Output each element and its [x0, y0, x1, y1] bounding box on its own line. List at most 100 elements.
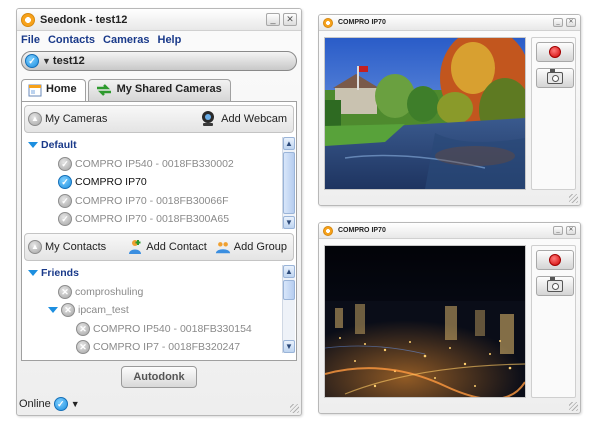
- status-dropdown-icon[interactable]: ▼: [71, 399, 80, 409]
- camera-window-1: COMPRO IP70 _ ✕: [318, 14, 581, 206]
- my-contacts-toggle[interactable]: ▲ My Contacts: [28, 240, 106, 254]
- contacts-list: Friends ✕ comproshuling ✕ ipcam_test ✕ C…: [22, 264, 296, 354]
- close-button[interactable]: ✕: [566, 226, 576, 235]
- camera-video-feed[interactable]: [324, 245, 526, 400]
- offline-check-icon: ✓: [58, 193, 72, 208]
- camera-item-label: COMPRO IP70 - 0018FB300A65: [75, 213, 230, 226]
- tab-strip: Home My Shared Cameras: [21, 79, 297, 101]
- tab-shared-cameras[interactable]: My Shared Cameras: [87, 79, 231, 101]
- seedonk-logo-icon: [323, 17, 333, 28]
- record-icon: [549, 254, 561, 266]
- user-status-bar[interactable]: ✓ ▼ test12: [21, 51, 297, 71]
- window-title: Seedonk - test12: [40, 13, 128, 26]
- snapshot-button[interactable]: [536, 276, 574, 296]
- webcam-icon: [202, 111, 215, 126]
- offline-x-icon: ✕: [61, 303, 75, 318]
- close-button[interactable]: ✕: [566, 18, 576, 27]
- camera-controls-panel: [531, 245, 576, 398]
- scroll-down-button[interactable]: ▼: [283, 216, 295, 229]
- minimize-button[interactable]: _: [553, 18, 563, 27]
- add-group-button[interactable]: Add Group: [215, 239, 287, 255]
- offline-x-icon: ✕: [58, 284, 72, 299]
- group-friends[interactable]: Friends: [28, 264, 296, 283]
- camera-item-label: COMPRO IP540 - 0018FB330002: [75, 157, 234, 170]
- offline-check-icon: ✓: [58, 212, 72, 227]
- scroll-thumb[interactable]: [283, 280, 295, 300]
- offline-x-icon: ✕: [76, 340, 90, 354]
- daytime-park-scene: [325, 28, 531, 189]
- contact-camera-label: COMPRO IP540 - 0018FB330154: [93, 322, 252, 335]
- scroll-down-button[interactable]: ▼: [283, 340, 295, 353]
- menu-contacts[interactable]: Contacts: [48, 34, 95, 46]
- offline-check-icon: ✓: [58, 156, 72, 171]
- record-button[interactable]: [536, 250, 574, 270]
- resize-grip[interactable]: [569, 194, 578, 203]
- camera-video-feed[interactable]: [324, 28, 531, 190]
- menu-bar: File Contacts Cameras Help: [17, 31, 301, 49]
- main-titlebar[interactable]: Seedonk - test12 _ ✕: [17, 9, 301, 31]
- contact-camera-label: COMPRO IP7 - 0018FB320247: [93, 341, 241, 354]
- camera-item[interactable]: ✓ COMPRO IP70 - 0018FB300A65: [28, 210, 296, 229]
- scroll-up-button[interactable]: ▲: [283, 137, 295, 150]
- contacts-scrollbar[interactable]: ▲ ▼: [282, 265, 295, 353]
- group-friends-label: Friends: [41, 267, 79, 280]
- contact-camera-item[interactable]: ✕ COMPRO IP540 - 0018FB330154: [28, 320, 296, 339]
- add-contact-label: Add Contact: [146, 241, 207, 253]
- expand-triangle-icon: [28, 270, 38, 277]
- camera-item[interactable]: ✓ COMPRO IP70: [28, 173, 296, 192]
- camera-item[interactable]: ✓ COMPRO IP540 - 0018FB330002: [28, 155, 296, 174]
- menu-cameras[interactable]: Cameras: [103, 34, 149, 46]
- camera-window-2: COMPRO IP70 _ ✕: [318, 222, 581, 414]
- username-label: test12: [52, 55, 85, 67]
- home-icon: [28, 84, 42, 97]
- online-check-icon: ✓: [25, 54, 39, 68]
- record-icon: [549, 46, 561, 58]
- camera-titlebar[interactable]: COMPRO IP70 _ ✕: [319, 223, 580, 239]
- camera-snapshot-icon: [547, 277, 563, 292]
- contact-item[interactable]: ✕ ipcam_test: [28, 301, 296, 320]
- camera-item-label: COMPRO IP70: [75, 176, 147, 189]
- add-webcam-button[interactable]: Add Webcam: [198, 110, 287, 128]
- add-group-label: Add Group: [233, 241, 287, 253]
- online-check-icon[interactable]: ✓: [53, 397, 68, 411]
- user-dropdown-icon[interactable]: ▼: [42, 56, 51, 66]
- offline-x-icon: ✕: [76, 321, 90, 336]
- my-cameras-toggle[interactable]: ▲ My Cameras: [28, 112, 107, 126]
- group-default-label: Default: [41, 139, 77, 152]
- night-city-scene: [324, 246, 526, 400]
- contact-camera-item[interactable]: ✕ COMPRO IP7 - 0018FB320247: [28, 338, 296, 354]
- record-button[interactable]: [536, 42, 574, 62]
- menu-help[interactable]: Help: [158, 34, 182, 46]
- minimize-button[interactable]: _: [266, 13, 280, 26]
- add-contact-icon: [129, 240, 142, 254]
- tab-home[interactable]: Home: [21, 79, 86, 101]
- close-button[interactable]: ✕: [283, 13, 297, 26]
- expand-triangle-icon[interactable]: [48, 307, 58, 314]
- camera-controls-panel: [531, 37, 576, 190]
- seedonk-logo-icon: [21, 12, 35, 27]
- resize-grip[interactable]: [290, 404, 299, 413]
- scroll-thumb[interactable]: [283, 152, 295, 214]
- tab-shared-label: My Shared Cameras: [116, 83, 222, 95]
- minimize-button[interactable]: _: [553, 226, 563, 235]
- my-cameras-header: ▲ My Cameras Add Webcam: [24, 105, 294, 133]
- seedonk-main-window: Seedonk - test12 _ ✕ File Contacts Camer…: [16, 8, 302, 416]
- menu-file[interactable]: File: [21, 34, 40, 46]
- resize-grip[interactable]: [569, 402, 578, 411]
- cameras-scrollbar[interactable]: ▲ ▼: [282, 137, 295, 229]
- snapshot-button[interactable]: [536, 68, 574, 88]
- autodonk-button[interactable]: Autodonk: [121, 366, 197, 388]
- camera-item[interactable]: ✓ COMPRO IP70 - 0018FB30066F: [28, 192, 296, 211]
- group-default[interactable]: Default: [28, 136, 296, 155]
- camera-titlebar[interactable]: COMPRO IP70 _ ✕: [319, 15, 580, 31]
- cameras-list: Default ✓ COMPRO IP540 - 0018FB330002 ✓ …: [22, 136, 296, 230]
- contact-item[interactable]: ✕ comproshuling: [28, 283, 296, 302]
- scroll-up-button[interactable]: ▲: [283, 265, 295, 278]
- my-contacts-header: ▲ My Contacts Add Contact Add Group: [24, 233, 294, 261]
- online-check-icon: ✓: [58, 175, 72, 190]
- my-contacts-label: My Contacts: [45, 241, 107, 253]
- tab-home-label: Home: [46, 83, 77, 95]
- add-contact-button[interactable]: Add Contact: [127, 239, 207, 255]
- expand-triangle-icon: [28, 142, 38, 149]
- camera-window-title: COMPRO IP70: [338, 227, 386, 234]
